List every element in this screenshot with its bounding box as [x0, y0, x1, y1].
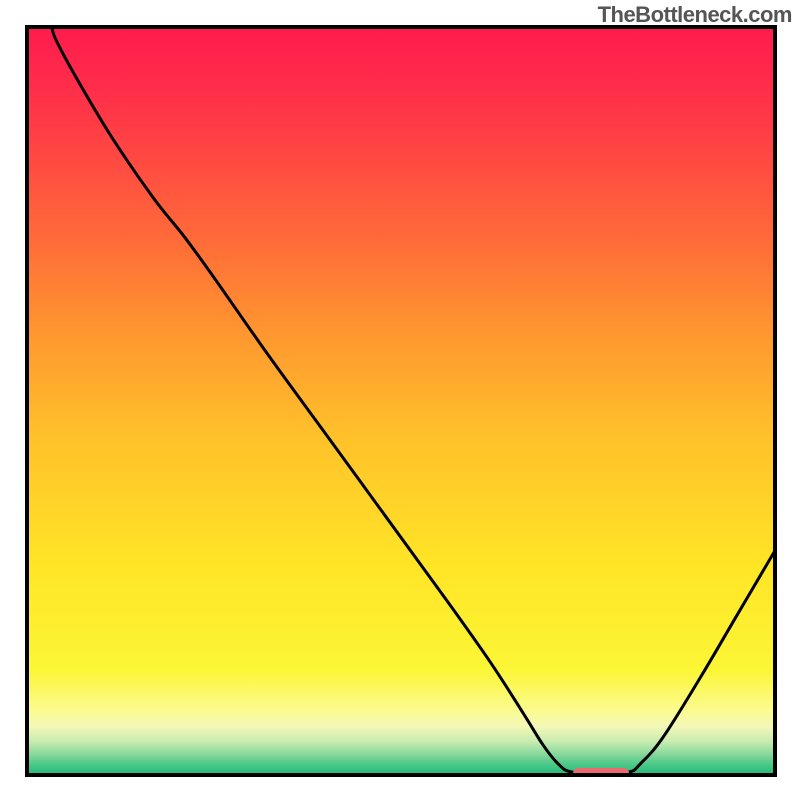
bottleneck-chart-svg — [0, 0, 800, 800]
chart-background — [27, 27, 775, 775]
bottleneck-chart-container: TheBottleneck.com — [0, 0, 800, 800]
watermark-text: TheBottleneck.com — [598, 2, 792, 28]
